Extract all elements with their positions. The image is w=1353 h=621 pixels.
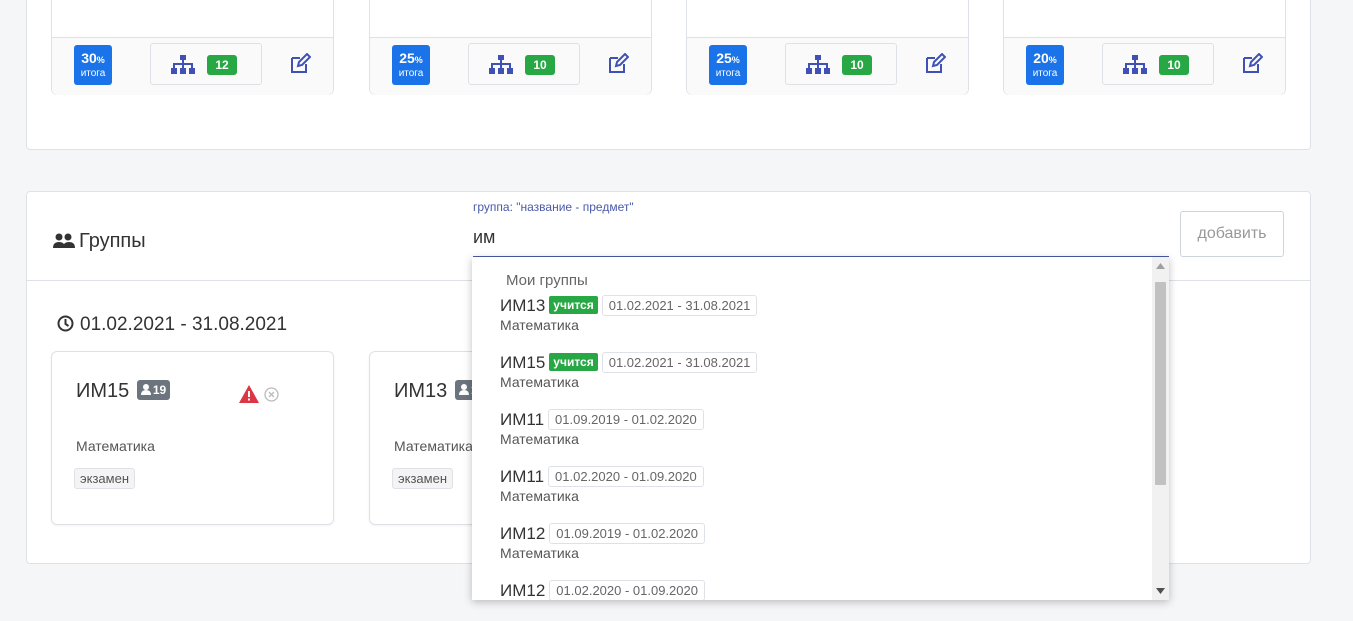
clock-icon <box>57 315 74 332</box>
group-search-input[interactable] <box>473 218 1169 257</box>
add-group-button[interactable]: добавить <box>1180 211 1284 257</box>
count-badge: 10 <box>525 55 555 75</box>
item-name: ИМ13 <box>500 296 546 315</box>
structure-button[interactable]: 10 <box>785 43 897 85</box>
assessment-footer: 25% итога 10 <box>370 37 651 95</box>
students-badge: 19 <box>136 380 171 400</box>
item-subject: Математика <box>500 431 579 447</box>
percent-badge: 25% итога <box>709 45 747 85</box>
dates-badge: 01.02.2020 - 01.09.2020 <box>548 466 704 487</box>
dropdown-item[interactable]: ИМ13 учится 01.02.2021 - 31.08.2021 Матема… <box>500 295 758 333</box>
assessment-card: 25% итога 10 <box>686 0 969 95</box>
dropdown-item[interactable]: ИМ12 01.02.2020 - 01.09.2020 <box>500 580 705 600</box>
dates-badge: 01.09.2019 - 01.02.2020 <box>549 523 705 544</box>
assessment-card: 25% итога 10 <box>369 0 652 95</box>
users-icon <box>53 233 75 248</box>
percent-value: 30 <box>81 50 97 66</box>
assessment-card: 30% итога 12 <box>51 0 334 95</box>
sitemap-icon <box>806 55 830 74</box>
percent-value: 25 <box>716 50 732 66</box>
item-subject: Математика <box>500 488 579 504</box>
structure-button[interactable]: 12 <box>150 43 262 85</box>
percent-label: итога <box>398 68 424 79</box>
assessments-panel: 30% итога 12 25% итога 10 25% итога 10 2… <box>26 0 1311 150</box>
item-name: ИМ12 <box>500 581 546 600</box>
dropdown-item[interactable]: ИМ11 01.02.2020 - 01.09.2020 Математика <box>500 466 704 504</box>
sitemap-icon <box>1123 55 1147 74</box>
edit-icon[interactable] <box>607 53 629 75</box>
dates-badge: 01.09.2019 - 01.02.2020 <box>548 409 704 430</box>
user-icon <box>458 384 469 395</box>
sitemap-icon <box>489 55 513 74</box>
group-name-text: ИМ15 <box>76 380 130 402</box>
item-subject: Математика <box>500 317 579 333</box>
percent-unit: % <box>731 55 740 65</box>
close-circle-icon[interactable] <box>264 387 279 402</box>
group-name: ИМ15 19 <box>76 380 171 403</box>
item-name: ИМ15 <box>500 353 546 372</box>
assessment-footer: 20% итога 10 <box>1004 37 1285 95</box>
structure-button[interactable]: 10 <box>468 43 580 85</box>
group-subject: Математика <box>76 438 155 454</box>
scroll-up-icon[interactable] <box>1156 263 1165 269</box>
exam-tag: экзамен <box>74 468 136 489</box>
percent-label: итога <box>715 68 741 79</box>
scroll-down-icon[interactable] <box>1156 588 1165 594</box>
scrollbar-thumb[interactable] <box>1155 282 1166 485</box>
percent-label: итога <box>80 68 106 79</box>
dropdown-item[interactable]: ИМ12 01.09.2019 - 01.02.2020 Математика <box>500 523 705 561</box>
groups-title: Группы <box>53 230 146 253</box>
item-subject: Математика <box>500 374 579 390</box>
students-count: 19 <box>152 383 167 397</box>
dates-badge: 01.02.2020 - 01.09.2020 <box>549 580 705 600</box>
count-badge: 10 <box>1159 55 1189 75</box>
structure-button[interactable]: 10 <box>1102 43 1214 85</box>
percent-value: 20 <box>1033 50 1049 66</box>
dates-badge: 01.02.2021 - 31.08.2021 <box>601 295 758 316</box>
dropdown-item[interactable]: ИМ11 01.09.2019 - 01.02.2020 Математика <box>500 409 704 447</box>
item-subject: Математика <box>500 545 579 561</box>
item-name: ИМ11 <box>500 467 545 486</box>
exam-tag: экзамен <box>392 468 454 489</box>
percent-badge: 30% итога <box>74 45 112 85</box>
percent-label: итога <box>1032 68 1058 79</box>
group-name-text: ИМ13 <box>394 380 448 402</box>
count-badge: 10 <box>842 55 872 75</box>
sitemap-icon <box>171 55 195 74</box>
warning-icon[interactable] <box>239 385 259 403</box>
assessment-card: 20% итога 10 <box>1003 0 1286 95</box>
group-card[interactable]: ИМ15 19 Математика экзамен <box>51 351 334 525</box>
status-badge: учится <box>549 296 598 314</box>
period-heading: 01.02.2021 - 31.08.2021 <box>57 314 287 336</box>
item-name: ИМ12 <box>500 524 546 543</box>
assessment-footer: 25% итога 10 <box>687 37 968 95</box>
dates-badge: 01.02.2021 - 31.08.2021 <box>601 352 758 373</box>
groups-title-text: Группы <box>79 230 146 252</box>
status-badge: учится <box>549 353 598 371</box>
edit-icon[interactable] <box>1241 53 1263 75</box>
item-name: ИМ11 <box>500 410 545 429</box>
group-search-dropdown: Мои группы ИМ13 учится 01.02.2021 - 31.08.… <box>472 257 1169 600</box>
dropdown-item[interactable]: ИМ15 учится 01.02.2021 - 31.08.2021 Матема… <box>500 352 758 390</box>
edit-icon[interactable] <box>289 53 311 75</box>
dropdown-scrollbar[interactable] <box>1152 257 1169 600</box>
percent-badge: 25% итога <box>392 45 430 85</box>
edit-icon[interactable] <box>924 53 946 75</box>
period-text: 01.02.2021 - 31.08.2021 <box>80 314 288 335</box>
percent-unit: % <box>414 55 423 65</box>
percent-badge: 20% итога <box>1026 45 1064 85</box>
percent-value: 25 <box>399 50 415 66</box>
search-label: группа: "название - предмет" <box>473 200 634 214</box>
percent-unit: % <box>96 55 105 65</box>
user-icon <box>140 384 151 395</box>
dropdown-header: Мои группы <box>506 272 588 289</box>
percent-unit: % <box>1048 55 1057 65</box>
count-badge: 12 <box>207 55 237 75</box>
group-subject: Математика <box>394 438 473 454</box>
assessment-footer: 30% итога 12 <box>52 37 333 95</box>
